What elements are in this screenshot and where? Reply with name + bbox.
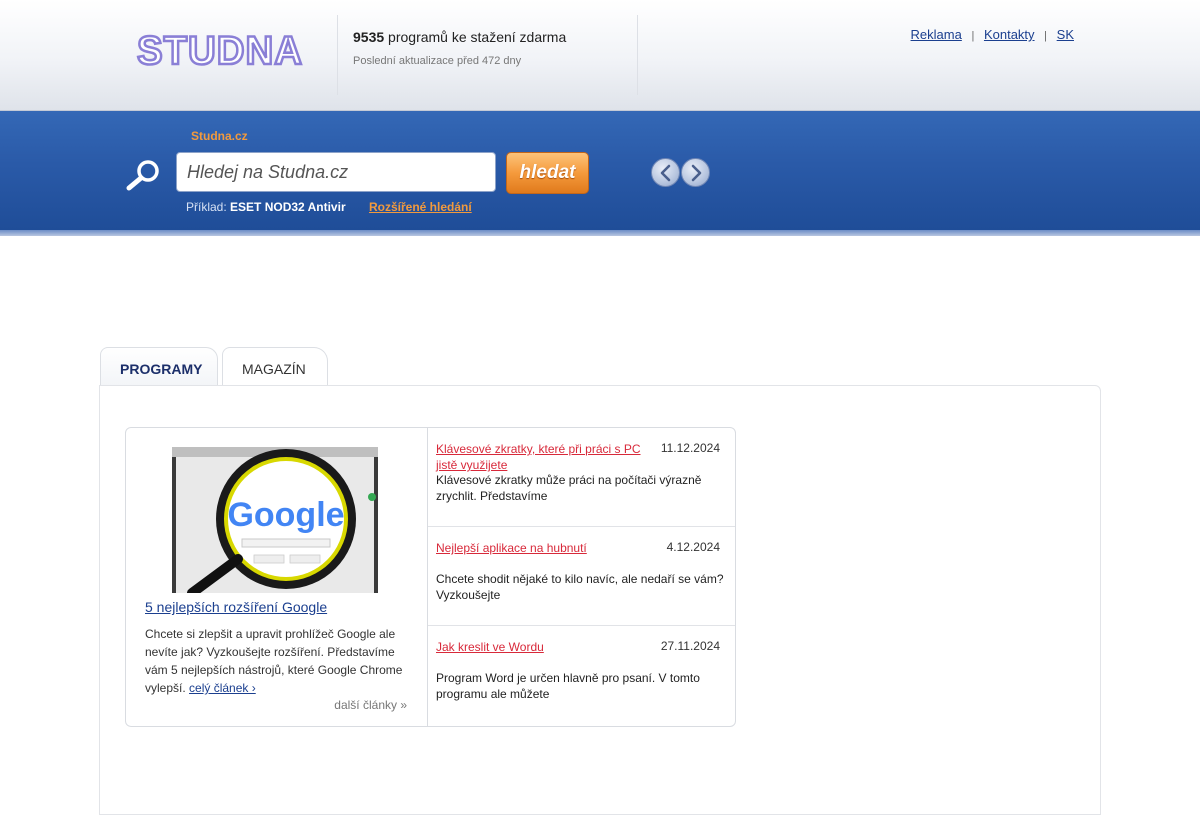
magnifier-icon [124,158,164,197]
article-item: Nejlepší aplikace na hubnutí 4.12.2024 C… [428,527,735,626]
article-item: Klávesové zkratky, které při práci s PC … [428,428,735,527]
program-count-line: 9535 programů ke stažení zdarma [353,29,566,45]
read-more-link[interactable]: celý článek › [189,681,256,695]
link-separator: | [1044,30,1048,42]
link-reklama[interactable]: Reklama [911,27,962,42]
search-band: Studna.cz hledat Příklad: ESET NOD32 Ant… [0,111,1200,230]
program-count-suffix: programů ke stažení zdarma [384,29,567,45]
header-divider [337,15,338,95]
article-title[interactable]: Nejlepší aplikace na hubnutí [436,540,646,556]
article-date: 27.11.2024 [660,639,720,653]
search-input[interactable] [176,152,496,192]
article-item: Jak kreslit ve Wordu 27.11.2024 Program … [428,626,735,725]
link-separator: | [971,30,975,42]
program-count: 9535 [353,29,385,45]
article-date: 4.12.2024 [666,540,720,554]
top-links: Reklama | Kontakty | SK [911,27,1074,42]
article-desc: Program Word je určen hlavně pro psaní. … [436,671,700,701]
featured-desc-text: Chcete si zlepšit a upravit prohlížeč Go… [145,627,403,695]
link-sk[interactable]: SK [1057,27,1074,42]
tab-magazin[interactable]: MAGAZÍN [222,347,328,385]
chevron-right-icon [691,164,702,182]
example-value[interactable]: ESET NOD32 Antivir [230,200,346,214]
more-articles-link[interactable]: další články » [334,698,407,712]
link-kontakty[interactable]: Kontakty [984,27,1035,42]
search-button[interactable]: hledat [506,152,589,194]
featured-article-title[interactable]: 5 nejlepších rozšíření Google [145,599,327,615]
advanced-search-link[interactable]: Rozšířené hledání [369,200,472,214]
featured-image[interactable]: Google [172,447,378,593]
article-title[interactable]: Jak kreslit ve Wordu [436,639,646,655]
site-header: STUDNA 9535 programů ke stažení zdarma P… [0,0,1200,111]
article-desc: Klávesové zkratky může práci na počítači… [436,473,702,503]
logo-text: STUDNA [137,30,303,68]
next-button[interactable] [681,158,710,187]
band-shadow [0,230,1200,236]
article-date: 11.12.2024 [660,441,720,455]
chevron-left-icon [660,164,671,182]
last-update: Poslední aktualizace před 472 dny [353,55,522,67]
article-desc: Chcete shodit nějaké to kilo navíc, ale … [436,572,724,602]
prev-button[interactable] [651,158,680,187]
tab-programy[interactable]: PROGRAMY [100,347,218,385]
studna-logo[interactable]: STUDNA [136,28,306,75]
google-wordmark: Google [227,496,344,534]
header-divider [637,15,638,95]
search-example: Příklad: ESET NOD32 Antivir [186,200,346,214]
featured-article: Google 5 nejlepších rozšíření Google Chc… [126,428,428,726]
example-label: Příklad: [186,200,227,214]
magazine-box: Google 5 nejlepších rozšíření Google Chc… [125,427,736,727]
site-name: Studna.cz [191,129,248,143]
featured-article-desc: Chcete si zlepšit a upravit prohlížeč Go… [145,625,411,697]
article-title[interactable]: Klávesové zkratky, které při práci s PC … [436,441,646,473]
